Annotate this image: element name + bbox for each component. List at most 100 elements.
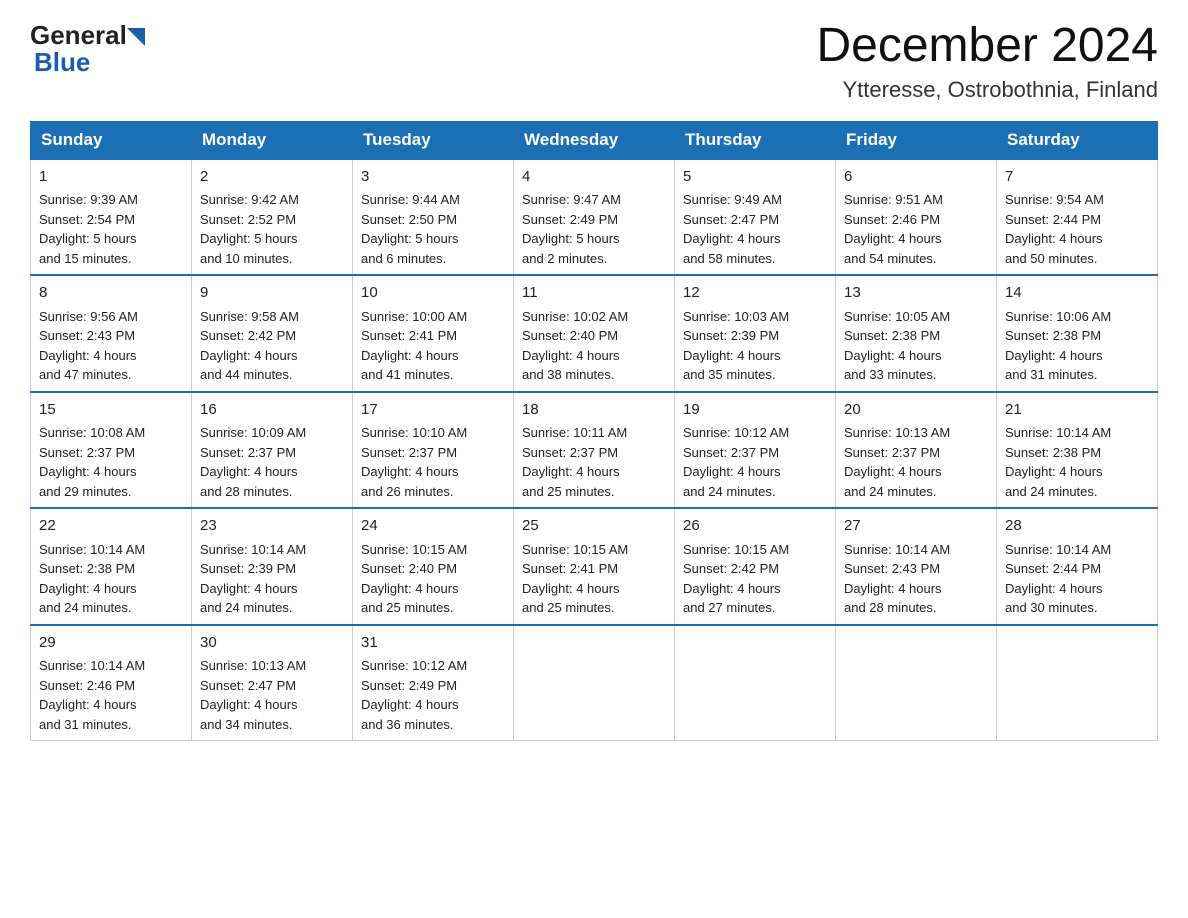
- day-sunrise: Sunrise: 10:11 AM: [522, 425, 627, 440]
- table-row: 31 Sunrise: 10:12 AM Sunset: 2:49 PM Day…: [353, 625, 514, 741]
- day-sunset: Sunset: 2:38 PM: [39, 561, 135, 576]
- table-row: 22 Sunrise: 10:14 AM Sunset: 2:38 PM Day…: [31, 508, 192, 625]
- day-daylight2: and 25 minutes.: [361, 600, 454, 615]
- location-title: Ytteresse, Ostrobothnia, Finland: [816, 77, 1158, 103]
- table-row: 12 Sunrise: 10:03 AM Sunset: 2:39 PM Day…: [675, 275, 836, 392]
- day-daylight: Daylight: 4 hours: [200, 581, 298, 596]
- day-sunrise: Sunrise: 10:14 AM: [844, 542, 950, 557]
- day-daylight: Daylight: 4 hours: [1005, 464, 1103, 479]
- day-number: 5: [683, 166, 827, 189]
- day-daylight2: and 28 minutes.: [200, 484, 293, 499]
- day-number: 28: [1005, 515, 1149, 538]
- day-number: 22: [39, 515, 183, 538]
- day-sunrise: Sunrise: 10:15 AM: [522, 542, 628, 557]
- day-daylight2: and 24 minutes.: [200, 600, 293, 615]
- day-number: 18: [522, 399, 666, 422]
- table-row: 19 Sunrise: 10:12 AM Sunset: 2:37 PM Day…: [675, 392, 836, 509]
- day-daylight: Daylight: 4 hours: [683, 464, 781, 479]
- day-daylight2: and 47 minutes.: [39, 367, 132, 382]
- day-daylight2: and 25 minutes.: [522, 600, 615, 615]
- calendar-header-row: Sunday Monday Tuesday Wednesday Thursday…: [31, 121, 1158, 159]
- day-sunrise: Sunrise: 10:06 AM: [1005, 309, 1111, 324]
- table-row: 6 Sunrise: 9:51 AM Sunset: 2:46 PM Dayli…: [836, 159, 997, 276]
- day-sunset: Sunset: 2:38 PM: [844, 328, 940, 343]
- table-row: 28 Sunrise: 10:14 AM Sunset: 2:44 PM Day…: [997, 508, 1158, 625]
- title-block: December 2024 Ytteresse, Ostrobothnia, F…: [816, 20, 1158, 103]
- table-row: [997, 625, 1158, 741]
- day-daylight2: and 41 minutes.: [361, 367, 454, 382]
- day-sunset: Sunset: 2:37 PM: [200, 445, 296, 460]
- logo: General Blue: [30, 20, 145, 78]
- day-number: 17: [361, 399, 505, 422]
- day-number: 15: [39, 399, 183, 422]
- day-daylight2: and 26 minutes.: [361, 484, 454, 499]
- logo-arrow-icon: [127, 25, 145, 46]
- month-title: December 2024: [816, 20, 1158, 73]
- table-row: 30 Sunrise: 10:13 AM Sunset: 2:47 PM Day…: [192, 625, 353, 741]
- day-number: 21: [1005, 399, 1149, 422]
- day-daylight: Daylight: 4 hours: [200, 464, 298, 479]
- day-number: 10: [361, 282, 505, 305]
- day-sunset: Sunset: 2:42 PM: [683, 561, 779, 576]
- table-row: 16 Sunrise: 10:09 AM Sunset: 2:37 PM Day…: [192, 392, 353, 509]
- day-sunrise: Sunrise: 10:14 AM: [200, 542, 306, 557]
- day-daylight2: and 6 minutes.: [361, 251, 446, 266]
- day-daylight2: and 38 minutes.: [522, 367, 615, 382]
- page-header: General Blue December 2024 Ytteresse, Os…: [30, 20, 1158, 103]
- day-sunset: Sunset: 2:41 PM: [522, 561, 618, 576]
- day-daylight: Daylight: 4 hours: [844, 231, 942, 246]
- day-daylight: Daylight: 4 hours: [522, 464, 620, 479]
- day-number: 23: [200, 515, 344, 538]
- col-saturday: Saturday: [997, 121, 1158, 159]
- logo-blue-text: Blue: [30, 47, 90, 78]
- day-daylight: Daylight: 4 hours: [1005, 231, 1103, 246]
- day-daylight2: and 24 minutes.: [1005, 484, 1098, 499]
- day-number: 4: [522, 166, 666, 189]
- day-sunset: Sunset: 2:54 PM: [39, 212, 135, 227]
- table-row: 4 Sunrise: 9:47 AM Sunset: 2:49 PM Dayli…: [514, 159, 675, 276]
- day-number: 2: [200, 166, 344, 189]
- day-daylight: Daylight: 4 hours: [361, 697, 459, 712]
- day-sunrise: Sunrise: 10:08 AM: [39, 425, 145, 440]
- day-daylight: Daylight: 4 hours: [683, 581, 781, 596]
- day-daylight: Daylight: 4 hours: [200, 348, 298, 363]
- day-daylight2: and 34 minutes.: [200, 717, 293, 732]
- day-sunrise: Sunrise: 9:58 AM: [200, 309, 299, 324]
- table-row: 17 Sunrise: 10:10 AM Sunset: 2:37 PM Day…: [353, 392, 514, 509]
- day-sunrise: Sunrise: 9:54 AM: [1005, 192, 1104, 207]
- day-sunset: Sunset: 2:37 PM: [361, 445, 457, 460]
- day-daylight: Daylight: 4 hours: [522, 348, 620, 363]
- day-sunset: Sunset: 2:49 PM: [522, 212, 618, 227]
- day-daylight2: and 10 minutes.: [200, 251, 293, 266]
- day-daylight: Daylight: 4 hours: [1005, 348, 1103, 363]
- day-sunset: Sunset: 2:38 PM: [1005, 328, 1101, 343]
- day-daylight2: and 2 minutes.: [522, 251, 607, 266]
- day-daylight: Daylight: 4 hours: [39, 348, 137, 363]
- day-sunset: Sunset: 2:37 PM: [39, 445, 135, 460]
- day-daylight2: and 31 minutes.: [39, 717, 132, 732]
- day-sunrise: Sunrise: 10:12 AM: [361, 658, 467, 673]
- day-daylight: Daylight: 5 hours: [200, 231, 298, 246]
- day-number: 14: [1005, 282, 1149, 305]
- day-sunset: Sunset: 2:37 PM: [844, 445, 940, 460]
- day-daylight2: and 25 minutes.: [522, 484, 615, 499]
- day-sunset: Sunset: 2:46 PM: [844, 212, 940, 227]
- day-daylight2: and 29 minutes.: [39, 484, 132, 499]
- day-sunset: Sunset: 2:43 PM: [844, 561, 940, 576]
- table-row: 5 Sunrise: 9:49 AM Sunset: 2:47 PM Dayli…: [675, 159, 836, 276]
- table-row: [514, 625, 675, 741]
- col-monday: Monday: [192, 121, 353, 159]
- day-number: 6: [844, 166, 988, 189]
- calendar-week-row: 29 Sunrise: 10:14 AM Sunset: 2:46 PM Day…: [31, 625, 1158, 741]
- table-row: [675, 625, 836, 741]
- day-daylight2: and 36 minutes.: [361, 717, 454, 732]
- day-sunset: Sunset: 2:38 PM: [1005, 445, 1101, 460]
- day-daylight: Daylight: 5 hours: [361, 231, 459, 246]
- table-row: 10 Sunrise: 10:00 AM Sunset: 2:41 PM Day…: [353, 275, 514, 392]
- day-number: 25: [522, 515, 666, 538]
- table-row: 8 Sunrise: 9:56 AM Sunset: 2:43 PM Dayli…: [31, 275, 192, 392]
- day-sunrise: Sunrise: 10:05 AM: [844, 309, 950, 324]
- day-sunrise: Sunrise: 10:15 AM: [683, 542, 789, 557]
- day-number: 8: [39, 282, 183, 305]
- day-daylight2: and 27 minutes.: [683, 600, 776, 615]
